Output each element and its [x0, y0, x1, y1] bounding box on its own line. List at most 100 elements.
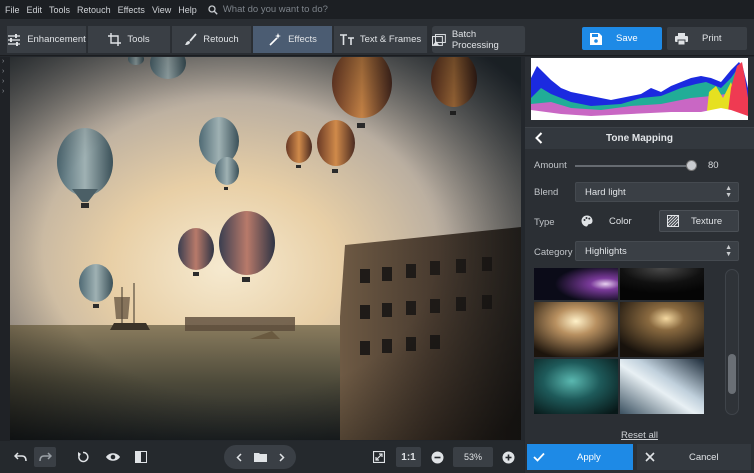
- tab-enhancement[interactable]: Enhancement: [7, 26, 87, 53]
- zoom-out-button[interactable]: [429, 447, 445, 467]
- zoom-in-button[interactable]: [500, 447, 516, 467]
- tab-label: Batch Processing: [451, 28, 499, 51]
- redo-button[interactable]: [34, 447, 56, 467]
- chevron-right-icon: [279, 452, 285, 462]
- folder-icon: [253, 453, 267, 462]
- compare-button[interactable]: [130, 447, 152, 467]
- minus-circle-icon: [431, 451, 443, 463]
- magic-wand-icon: [269, 32, 282, 46]
- tab-label: Tools: [127, 34, 150, 45]
- texture-thumbnail[interactable]: [620, 359, 704, 414]
- updown-arrows-icon: ▲ ▼: [725, 185, 732, 199]
- scrollbar-thumb[interactable]: [728, 354, 736, 394]
- chevron-left-icon: [236, 452, 242, 462]
- fit-to-screen-button[interactable]: [368, 447, 390, 467]
- amount-slider-handle[interactable]: [686, 160, 697, 171]
- crop-icon: [108, 33, 122, 46]
- bottom-bar: 1:1 53%: [0, 441, 524, 473]
- actual-size-button[interactable]: 1:1: [396, 447, 421, 467]
- tab-batch-processing[interactable]: Batch Processing: [432, 26, 526, 53]
- tab-label: Retouch: [203, 34, 239, 45]
- blend-value: Hard light: [585, 186, 626, 198]
- search-icon: [208, 4, 218, 15]
- apply-button[interactable]: Apply: [527, 444, 633, 470]
- menu-help[interactable]: Help: [178, 5, 197, 15]
- tab-label: Text & Frames: [359, 34, 422, 45]
- reset-all-link[interactable]: Reset all: [621, 430, 658, 441]
- amount-slider-track[interactable]: [575, 165, 692, 167]
- amount-value: 80: [708, 160, 719, 171]
- zoom-level[interactable]: 53%: [453, 447, 493, 467]
- category-label: Category: [534, 247, 573, 258]
- chevron-right-icon: ›: [2, 68, 5, 75]
- undo-button[interactable]: [9, 447, 31, 467]
- cancel-button[interactable]: Cancel: [637, 444, 751, 470]
- chevron-right-icon: ›: [2, 88, 5, 95]
- save-button[interactable]: Save: [582, 27, 662, 50]
- updown-arrows-icon: ▲ ▼: [725, 244, 732, 258]
- brush-icon: [185, 33, 197, 45]
- photo-canvas[interactable]: [10, 57, 521, 440]
- file-navigator: [224, 445, 296, 469]
- chevron-right-icon: ›: [2, 58, 5, 65]
- type-label: Type: [534, 217, 555, 228]
- open-folder-button[interactable]: [251, 448, 269, 466]
- floppy-icon: [590, 32, 602, 45]
- texture-thumbnail[interactable]: [620, 302, 704, 357]
- menu-bar: File Edit Tools Retouch Effects View Hel…: [0, 0, 754, 19]
- preview-button[interactable]: [101, 447, 125, 467]
- panel-header: Tone Mapping: [525, 127, 754, 149]
- undo-icon: [13, 452, 27, 462]
- tab-label: Effects: [288, 34, 317, 45]
- blend-select[interactable]: Hard light ▲ ▼: [575, 182, 739, 202]
- menu-edit[interactable]: Edit: [27, 5, 43, 15]
- blend-label: Blend: [534, 187, 559, 198]
- histogram-chart: [531, 62, 748, 120]
- texture-thumbnail[interactable]: [620, 268, 704, 300]
- left-collapse-strip[interactable]: › › › ›: [0, 57, 10, 443]
- sliders-icon: [8, 33, 21, 46]
- type-texture-button[interactable]: Texture: [659, 210, 739, 232]
- photo-image: [10, 57, 521, 440]
- type-color-button[interactable]: Color: [581, 210, 655, 232]
- checkmark-icon: [533, 452, 545, 462]
- eye-icon: [106, 453, 120, 461]
- chevron-left-icon: [535, 132, 543, 144]
- images-icon: [432, 33, 446, 46]
- compare-icon: [135, 451, 147, 463]
- fit-screen-icon: [373, 451, 385, 463]
- back-button[interactable]: [535, 132, 543, 147]
- text-icon: [339, 34, 354, 45]
- menu-retouch[interactable]: Retouch: [77, 5, 111, 15]
- right-panel: Tone Mapping Amount 80 Blend Hard light …: [525, 57, 754, 473]
- search-field[interactable]: What do you want to do?: [208, 4, 328, 15]
- texture-thumbnail[interactable]: [534, 302, 618, 357]
- tab-effects[interactable]: Effects: [253, 26, 333, 53]
- tab-retouch[interactable]: Retouch: [172, 26, 252, 53]
- save-label: Save: [616, 33, 638, 44]
- rotate-icon: [78, 451, 89, 463]
- menu-view[interactable]: View: [152, 5, 171, 15]
- print-button[interactable]: Print: [667, 27, 747, 50]
- tab-tools[interactable]: Tools: [88, 26, 171, 53]
- gallery-scrollbar[interactable]: [725, 269, 739, 415]
- texture-icon: [667, 215, 679, 227]
- panel-title: Tone Mapping: [605, 133, 674, 144]
- menu-tools[interactable]: Tools: [49, 5, 70, 15]
- category-select[interactable]: Highlights ▲ ▼: [575, 241, 739, 261]
- previous-image-button[interactable]: [230, 448, 248, 466]
- close-icon: [645, 452, 655, 462]
- reset-image-button[interactable]: [72, 447, 94, 467]
- chevron-right-icon: ›: [2, 78, 5, 85]
- next-image-button[interactable]: [273, 448, 291, 466]
- menu-file[interactable]: File: [5, 5, 20, 15]
- tab-text-frames[interactable]: Text & Frames: [334, 26, 428, 53]
- texture-thumbnail[interactable]: [534, 359, 618, 414]
- plus-circle-icon: [502, 451, 514, 463]
- menu-effects[interactable]: Effects: [118, 5, 145, 15]
- histogram: [531, 58, 748, 120]
- category-value: Highlights: [585, 245, 627, 257]
- cancel-label: Cancel: [689, 451, 719, 463]
- texture-thumbnail[interactable]: [534, 268, 618, 300]
- printer-icon: [675, 32, 688, 45]
